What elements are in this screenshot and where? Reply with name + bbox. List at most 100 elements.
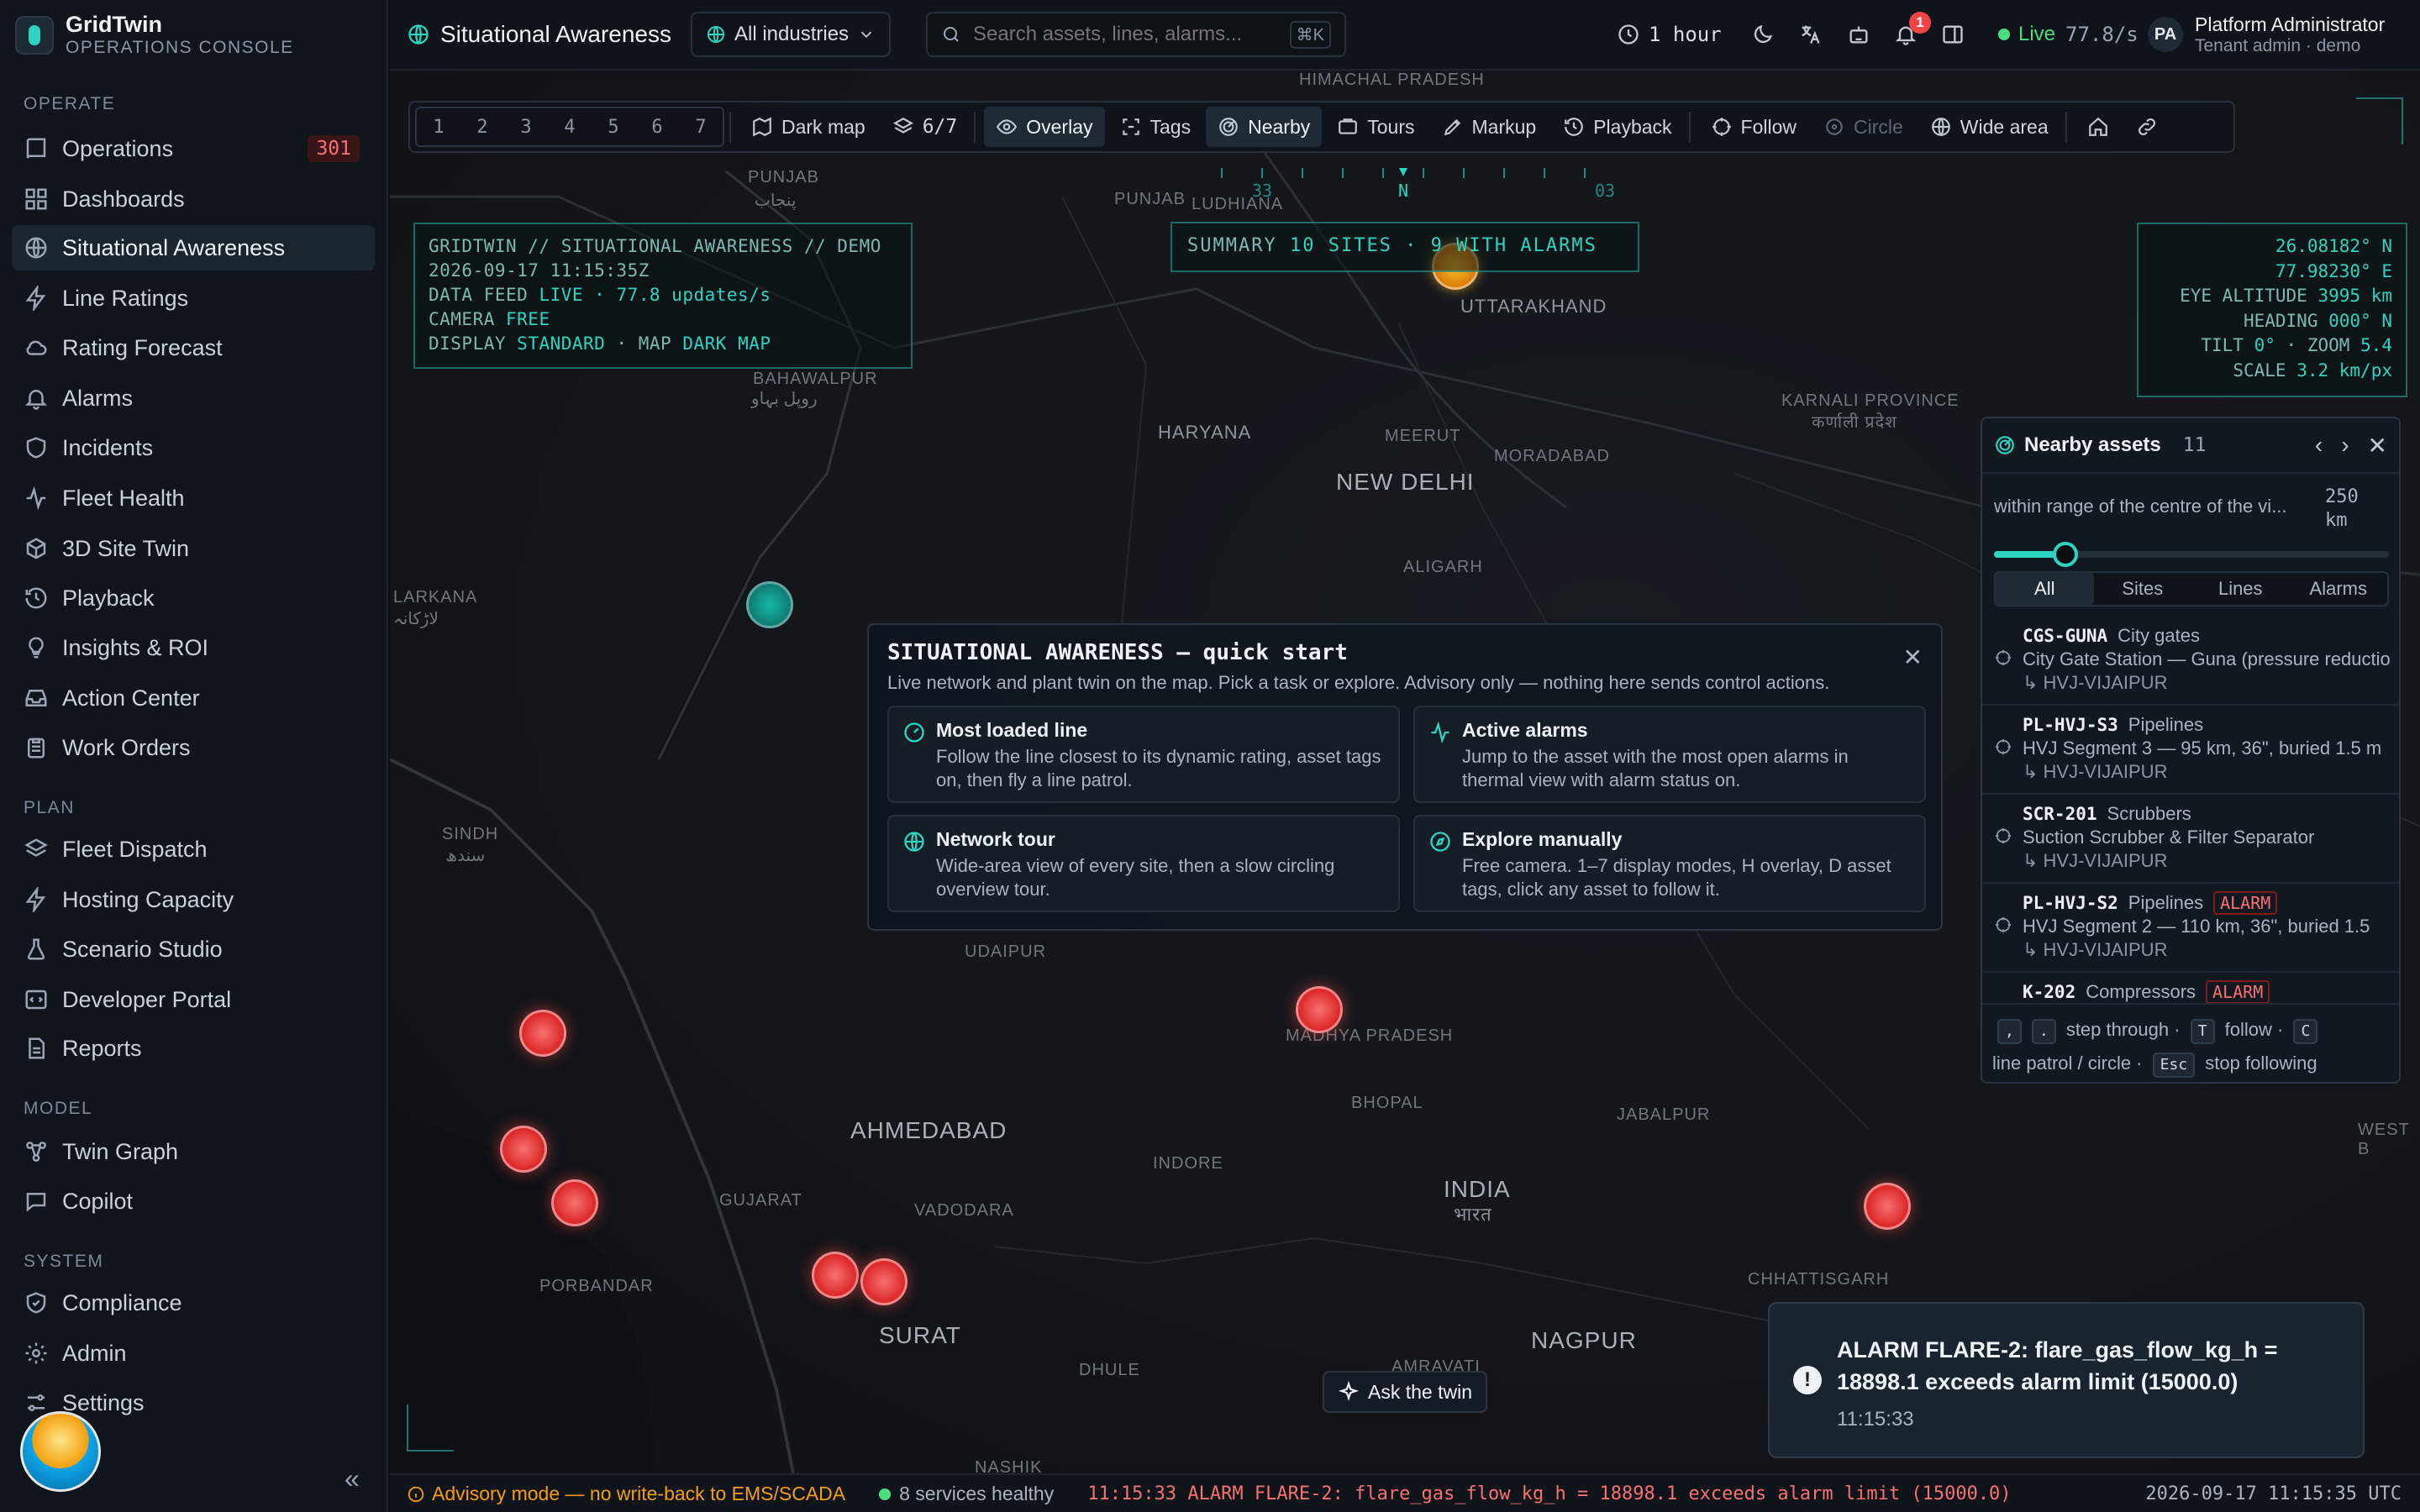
site-marker-alarm[interactable] bbox=[1296, 986, 1343, 1033]
asset-id: CGS-GUNA bbox=[2023, 626, 2108, 646]
sidebar-item-label: Scenario Studio bbox=[62, 936, 223, 962]
theme-toggle-button[interactable] bbox=[1751, 12, 1775, 57]
circle-button[interactable]: Circle bbox=[1812, 107, 1915, 147]
overlay-toggle[interactable]: Overlay bbox=[984, 107, 1105, 147]
sidebar-item-action-center[interactable]: Action Center bbox=[12, 675, 375, 721]
list-item[interactable]: SCR-201 Scrubbers Suction Scrubber & Filt… bbox=[1982, 795, 2399, 884]
ask-the-twin-button[interactable]: Ask the twin bbox=[1323, 1371, 1487, 1413]
sidebar-item-playback[interactable]: Playback bbox=[12, 575, 375, 621]
quickstart-card-title: Network tour bbox=[936, 828, 1055, 850]
industry-select[interactable]: All industries bbox=[691, 12, 891, 57]
sidebar-item-admin[interactable]: Admin bbox=[12, 1331, 375, 1376]
quickstart-card-network-tour[interactable]: Network tour Wide-area view of every sit… bbox=[887, 815, 1400, 912]
sidebar-item-twin-graph[interactable]: Twin Graph bbox=[12, 1129, 375, 1174]
brand[interactable]: GridTwin OPERATIONS CONSOLE bbox=[15, 10, 294, 60]
close-icon[interactable]: ✕ bbox=[1903, 643, 1923, 671]
quickstart-card-most-loaded-line[interactable]: Most loaded line Follow the line closest… bbox=[887, 706, 1400, 803]
range-slider[interactable] bbox=[1994, 542, 2389, 567]
alarm-toast[interactable]: ! ALARM FLARE-2: flare_gas_flow_kg_h = 1… bbox=[1768, 1302, 2365, 1458]
tab-alarms[interactable]: Alarms bbox=[2290, 573, 2388, 605]
markup-button[interactable]: Markup bbox=[1430, 107, 1549, 147]
site-marker-alarm[interactable] bbox=[1864, 1183, 1911, 1230]
follow-button[interactable]: Follow bbox=[1699, 107, 1808, 147]
search-input[interactable] bbox=[973, 23, 1276, 46]
sidebar-item-line-ratings[interactable]: Line Ratings bbox=[12, 276, 375, 321]
sidebar-item-situational-awareness[interactable]: Situational Awareness bbox=[12, 225, 375, 270]
display-mode-2[interactable]: 2 bbox=[460, 108, 504, 145]
sidebar-item-reports[interactable]: Reports bbox=[12, 1026, 375, 1071]
services-health[interactable]: 8 services healthy bbox=[879, 1483, 1054, 1505]
list-item[interactable]: CGS-GUNA City gates City Gate Station — G… bbox=[1982, 617, 2399, 706]
latest-alarm-ticker[interactable]: 11:15:33 ALARM FLARE-2: flare_gas_flow_k… bbox=[1087, 1483, 2011, 1504]
tab-sites[interactable]: Sites bbox=[2094, 573, 2192, 605]
quickstart-card-explore-manually[interactable]: Explore manually Free camera. 1–7 displa… bbox=[1413, 815, 1926, 912]
notifications-button[interactable]: 1 bbox=[1894, 12, 1931, 57]
display-mode-1[interactable]: 1 bbox=[417, 108, 460, 145]
range-slider-handle[interactable] bbox=[2052, 542, 2078, 567]
sidebar-item-developer-portal[interactable]: Developer Portal bbox=[12, 977, 375, 1022]
top-bar: Situational Awareness All industries ⌘K … bbox=[390, 0, 2420, 71]
search-box[interactable]: ⌘K bbox=[926, 12, 1346, 57]
dark-map-button[interactable]: Dark map bbox=[739, 107, 877, 147]
site-marker-alarm[interactable] bbox=[500, 1126, 547, 1173]
close-icon[interactable]: ✕ bbox=[2368, 432, 2387, 459]
site-marker-alarm[interactable] bbox=[551, 1179, 598, 1226]
sidebar-item-3d-site-twin[interactable]: 3D Site Twin bbox=[12, 526, 375, 571]
sidebar-item-alarms[interactable]: Alarms bbox=[12, 375, 375, 421]
collapse-sidebar-button[interactable]: « bbox=[345, 1463, 360, 1494]
key-follow: T bbox=[2190, 1019, 2215, 1044]
layers-button[interactable]: 6/7 bbox=[881, 107, 970, 147]
eye-icon bbox=[997, 119, 1018, 134]
assistant-button[interactable] bbox=[1847, 12, 1870, 57]
site-marker-alarm[interactable] bbox=[812, 1252, 859, 1299]
display-mode-5[interactable]: 5 bbox=[592, 108, 635, 145]
sidebar-item-copilot[interactable]: Copilot bbox=[12, 1179, 375, 1224]
display-mode-7[interactable]: 7 bbox=[679, 108, 723, 145]
tags-toggle[interactable]: Tags bbox=[1108, 107, 1203, 147]
tab-lines[interactable]: Lines bbox=[2191, 573, 2290, 605]
bolt-icon bbox=[25, 286, 46, 311]
home-view-button[interactable] bbox=[2075, 107, 2121, 147]
sidebar-item-fleet-dispatch[interactable]: Fleet Dispatch bbox=[12, 827, 375, 872]
list-item[interactable]: PL-HVJ-S2 Pipelines ALARM HVJ Segment 2 — … bbox=[1982, 884, 2399, 973]
sidebar-item-fleet-health[interactable]: Fleet Health bbox=[12, 475, 375, 521]
chevron-right-icon[interactable]: › bbox=[2341, 432, 2349, 459]
site-marker-alarm[interactable] bbox=[519, 1010, 566, 1057]
tours-button[interactable]: Tours bbox=[1325, 107, 1426, 147]
site-marker-alarm[interactable] bbox=[860, 1258, 908, 1305]
sidebar-item-rating-forecast[interactable]: Rating Forecast bbox=[12, 325, 375, 370]
sidebar-item-hosting-capacity[interactable]: Hosting Capacity bbox=[12, 877, 375, 922]
key-circle: C bbox=[2293, 1019, 2318, 1044]
playback-button[interactable]: Playback bbox=[1551, 107, 1683, 147]
globe-icon bbox=[25, 237, 47, 259]
nearby-toggle[interactable]: Nearby bbox=[1206, 107, 1323, 147]
quickstart-card-active-alarms[interactable]: Active alarms Jump to the asset with the… bbox=[1413, 706, 1926, 803]
language-button[interactable] bbox=[1798, 12, 1822, 57]
nearby-range-text: within range of the centre of the vi... bbox=[1994, 496, 2287, 517]
tab-all[interactable]: All bbox=[1996, 573, 2094, 605]
panel-toggle-button[interactable] bbox=[1941, 12, 1965, 57]
sidebar-item-operations[interactable]: Operations 301 bbox=[12, 126, 375, 171]
display-mode-3[interactable]: 3 bbox=[504, 108, 548, 145]
display-mode-group: 1 2 3 4 5 6 7 bbox=[415, 107, 724, 147]
sidebar-item-work-orders[interactable]: Work Orders bbox=[12, 725, 375, 770]
sidebar-item-scenario-studio[interactable]: Scenario Studio bbox=[12, 927, 375, 972]
time-range-button[interactable]: 1 hour bbox=[1617, 12, 1722, 57]
site-marker-normal[interactable] bbox=[746, 581, 793, 628]
chevron-left-icon[interactable]: ‹ bbox=[2315, 432, 2323, 459]
wide-area-button[interactable]: Wide area bbox=[1918, 107, 2060, 147]
display-mode-6[interactable]: 6 bbox=[635, 108, 679, 145]
map-label-bhopal: BHOPAL bbox=[1351, 1094, 1423, 1112]
list-item[interactable]: PL-HVJ-S3 Pipelines HVJ Segment 3 — 95 km… bbox=[1982, 706, 2399, 795]
code-icon bbox=[25, 990, 47, 1010]
assistant-avatar[interactable] bbox=[20, 1411, 101, 1492]
sidebar-item-incidents[interactable]: Incidents bbox=[12, 425, 375, 470]
quickstart-card-description: Jump to the asset with the most open ala… bbox=[1462, 746, 1849, 790]
display-mode-4[interactable]: 4 bbox=[548, 108, 592, 145]
copy-link-button[interactable] bbox=[2124, 107, 2170, 147]
sidebar-item-insights-roi[interactable]: Insights & ROI bbox=[12, 625, 375, 670]
sidebar-item-compliance[interactable]: Compliance bbox=[12, 1280, 375, 1326]
grid-icon bbox=[25, 188, 47, 210]
sidebar-item-dashboards[interactable]: Dashboards bbox=[12, 176, 375, 222]
user-menu[interactable]: PA Platform Administrator Tenant admin ·… bbox=[2148, 12, 2385, 57]
